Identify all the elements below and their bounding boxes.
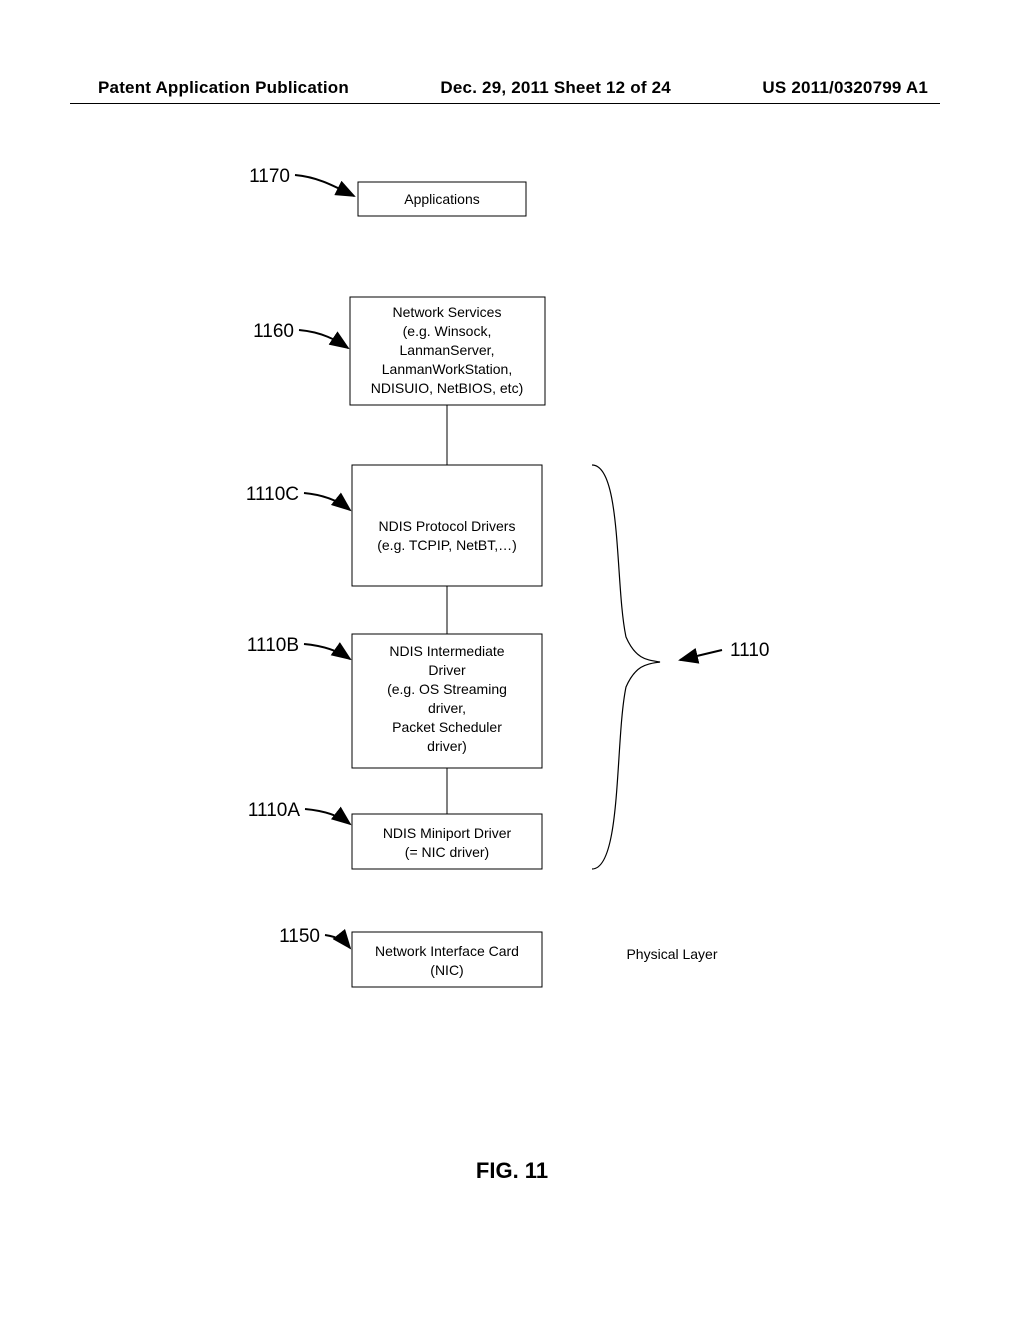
svg-text:(NIC): (NIC) [430, 962, 463, 978]
node-miniport-driver: NDIS Miniport Driver (= NIC driver) [352, 814, 542, 869]
ref-arrow-1170: 1170 [249, 166, 354, 196]
ref-arrow-1160: 1160 [253, 321, 348, 348]
svg-text:1110B: 1110B [247, 635, 299, 656]
node-applications: Applications [358, 182, 526, 216]
svg-text:NDIS Miniport Driver: NDIS Miniport Driver [383, 825, 512, 841]
diagram: Applications Network Services (e.g. Wins… [0, 0, 1024, 1320]
svg-text:Network Services: Network Services [393, 304, 502, 320]
ref-arrow-1150: 1150 [279, 926, 350, 948]
svg-text:LanmanWorkStation,: LanmanWorkStation, [382, 361, 512, 377]
svg-text:NDISUIO, NetBIOS, etc): NDISUIO, NetBIOS, etc) [371, 380, 523, 396]
node-nic: Network Interface Card (NIC) [352, 932, 542, 987]
svg-text:driver,: driver, [428, 700, 466, 716]
svg-text:1110: 1110 [730, 640, 769, 661]
svg-text:1110C: 1110C [246, 484, 299, 505]
svg-text:1160: 1160 [253, 321, 294, 342]
figure-label: FIG. 11 [0, 1158, 1024, 1184]
svg-text:LanmanServer,: LanmanServer, [400, 342, 495, 358]
node-protocol-drivers: NDIS Protocol Drivers (e.g. TCPIP, NetBT… [352, 465, 542, 586]
node-network-services: Network Services (e.g. Winsock, LanmanSe… [350, 297, 545, 405]
brace-1110 [592, 465, 660, 869]
ref-arrow-1110A: 1110A [248, 800, 350, 824]
svg-text:(e.g. OS Streaming: (e.g. OS Streaming [387, 681, 507, 697]
svg-text:(e.g. Winsock,: (e.g. Winsock, [403, 323, 492, 339]
svg-text:1110A: 1110A [248, 800, 300, 821]
svg-text:Network Interface Card: Network Interface Card [375, 943, 519, 959]
svg-text:driver): driver) [427, 738, 467, 754]
svg-text:NDIS Protocol Drivers: NDIS Protocol Drivers [379, 518, 516, 534]
svg-text:(= NIC driver): (= NIC driver) [405, 844, 489, 860]
svg-text:(e.g. TCPIP, NetBT,…): (e.g. TCPIP, NetBT,…) [377, 537, 517, 553]
svg-text:NDIS Intermediate: NDIS Intermediate [389, 643, 504, 659]
ref-arrow-1110B: 1110B [247, 635, 350, 659]
svg-text:Driver: Driver [428, 662, 466, 678]
ref-arrow-1110C: 1110C [246, 484, 350, 510]
svg-text:1150: 1150 [279, 926, 320, 947]
applications-label: Applications [404, 191, 480, 207]
node-intermediate-driver: NDIS Intermediate Driver (e.g. OS Stream… [352, 634, 542, 768]
svg-text:Packet Scheduler: Packet Scheduler [392, 719, 502, 735]
physical-layer-label: Physical Layer [626, 946, 717, 962]
svg-text:1170: 1170 [249, 166, 290, 187]
ref-arrow-1110: 1110 [680, 640, 769, 661]
